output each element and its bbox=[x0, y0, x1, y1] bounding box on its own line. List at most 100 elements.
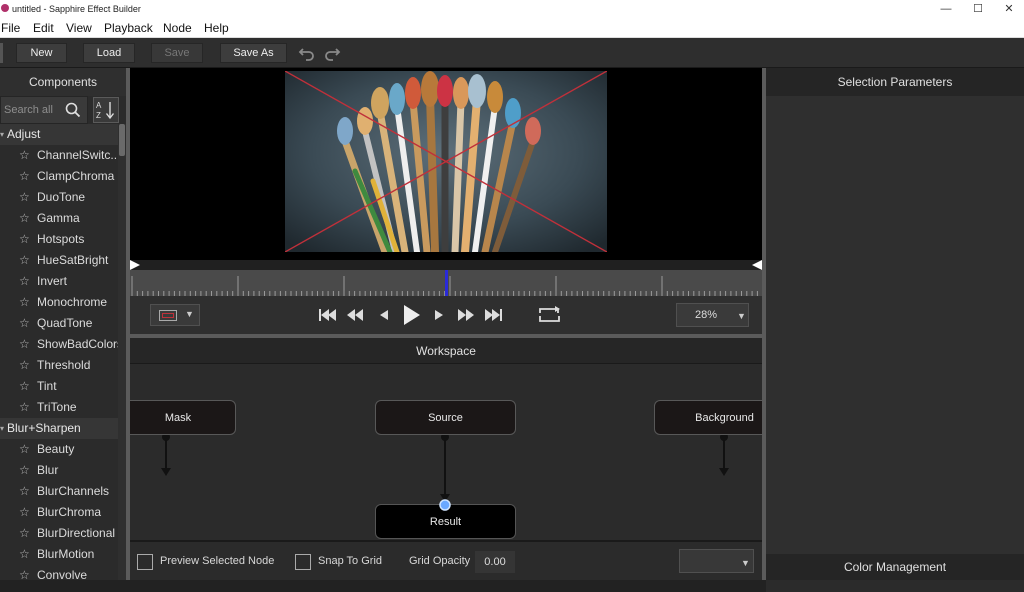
new-button[interactable]: New bbox=[16, 43, 67, 63]
component-item[interactable]: ☆ BlurChroma bbox=[0, 502, 118, 523]
component-item[interactable]: ☆ Monochrome bbox=[0, 292, 118, 313]
node-background[interactable]: Background bbox=[654, 400, 762, 435]
components-scroll-thumb[interactable] bbox=[119, 124, 125, 156]
maximize-button[interactable]: ☐ bbox=[963, 1, 993, 17]
favorite-star-icon[interactable]: ☆ bbox=[19, 460, 30, 481]
component-item[interactable]: ☆ BlurMotion bbox=[0, 544, 118, 565]
menu-edit[interactable]: Edit bbox=[33, 21, 54, 35]
favorite-star-icon[interactable]: ☆ bbox=[19, 208, 30, 229]
redo-icon[interactable] bbox=[323, 44, 341, 62]
play-icon[interactable] bbox=[398, 302, 424, 328]
favorite-star-icon[interactable]: ☆ bbox=[19, 439, 30, 460]
favorite-star-icon[interactable]: ☆ bbox=[19, 187, 30, 208]
node-source[interactable]: Source bbox=[375, 400, 516, 435]
components-scrollbar[interactable] bbox=[118, 124, 126, 592]
component-item[interactable]: ☆ BlurDirectional bbox=[0, 523, 118, 544]
favorite-star-icon[interactable]: ☆ bbox=[19, 523, 30, 544]
component-item[interactable]: ☆ ClampChroma bbox=[0, 166, 118, 187]
favorite-star-icon[interactable]: ☆ bbox=[19, 271, 30, 292]
category-adjust[interactable]: ▾ Adjust bbox=[0, 124, 118, 145]
minimize-button[interactable]: — bbox=[931, 1, 961, 17]
component-label: Gamma bbox=[37, 211, 80, 225]
skip-to-end-icon[interactable] bbox=[483, 304, 505, 326]
node-result[interactable]: Result bbox=[375, 504, 516, 539]
prev-frame-icon[interactable] bbox=[373, 304, 395, 326]
grid-opacity-input[interactable]: 0.00 bbox=[475, 551, 515, 573]
favorite-star-icon[interactable]: ☆ bbox=[19, 544, 30, 565]
component-item[interactable]: ☆ ShowBadColors bbox=[0, 334, 118, 355]
favorite-star-icon[interactable]: ☆ bbox=[19, 355, 30, 376]
loop-icon[interactable] bbox=[537, 304, 563, 326]
color-management-header[interactable]: Color Management bbox=[766, 554, 1024, 580]
preview-viewer[interactable] bbox=[130, 68, 762, 260]
node-graph[interactable]: Mask Source Background Result bbox=[130, 364, 762, 540]
component-label: Beauty bbox=[37, 442, 75, 456]
component-item[interactable]: ☆ ChannelSwitc... bbox=[0, 145, 118, 166]
component-label: Hotspots bbox=[37, 232, 85, 246]
component-item[interactable]: ☆ QuadTone bbox=[0, 313, 118, 334]
expand-caret-icon[interactable]: ▾ bbox=[0, 418, 4, 439]
workspace-options-dropdown[interactable]: ▼ bbox=[679, 549, 754, 573]
component-item[interactable]: ☆ Hotspots bbox=[0, 229, 118, 250]
favorite-star-icon[interactable]: ☆ bbox=[19, 397, 30, 418]
node-mask[interactable]: Mask bbox=[130, 400, 236, 435]
favorite-star-icon[interactable]: ☆ bbox=[19, 334, 30, 355]
component-tree: ▾ Adjust ☆ ChannelSwitc... ☆ ClampChroma ☆ DuoT… bbox=[0, 124, 118, 592]
favorite-star-icon[interactable]: ☆ bbox=[19, 313, 30, 334]
timeline[interactable] bbox=[130, 260, 762, 296]
playhead[interactable] bbox=[445, 270, 448, 296]
component-item[interactable]: ☆ HueSatBright bbox=[0, 250, 118, 271]
sort-az-button[interactable]: A Z bbox=[93, 97, 119, 123]
component-item[interactable]: ☆ TriTone bbox=[0, 397, 118, 418]
out-point-marker[interactable] bbox=[752, 260, 762, 270]
favorite-star-icon[interactable]: ☆ bbox=[19, 292, 30, 313]
zoom-dropdown[interactable]: 28% ▼ bbox=[676, 303, 749, 327]
save-button[interactable]: Save bbox=[151, 43, 203, 63]
svg-text:A: A bbox=[96, 101, 102, 110]
view-mode-dropdown[interactable]: ▼ bbox=[150, 304, 200, 326]
next-frame-icon[interactable] bbox=[428, 304, 450, 326]
component-item[interactable]: ☆ Tint bbox=[0, 376, 118, 397]
dropdown-arrow-icon: ▼ bbox=[737, 311, 746, 321]
favorite-star-icon[interactable]: ☆ bbox=[19, 481, 30, 502]
save-as-button[interactable]: Save As bbox=[220, 43, 287, 63]
menu-playback[interactable]: Playback bbox=[104, 21, 153, 35]
step-back-icon[interactable] bbox=[344, 304, 366, 326]
snap-to-grid-label: Snap To Grid bbox=[318, 555, 383, 567]
component-item[interactable]: ☆ Invert bbox=[0, 271, 118, 292]
component-item[interactable]: ☆ Beauty bbox=[0, 439, 118, 460]
favorite-star-icon[interactable]: ☆ bbox=[19, 376, 30, 397]
load-button[interactable]: Load bbox=[83, 43, 135, 63]
search-input[interactable] bbox=[4, 102, 62, 118]
component-item[interactable]: ☆ Gamma bbox=[0, 208, 118, 229]
close-button[interactable]: ✕ bbox=[994, 1, 1024, 17]
component-label: QuadTone bbox=[37, 316, 93, 330]
undo-icon[interactable] bbox=[298, 44, 316, 62]
preview-selected-node-checkbox[interactable] bbox=[137, 554, 153, 570]
expand-caret-icon[interactable]: ▾ bbox=[0, 124, 4, 145]
component-item[interactable]: ☆ Blur bbox=[0, 460, 118, 481]
snap-to-grid-checkbox[interactable] bbox=[295, 554, 311, 570]
favorite-star-icon[interactable]: ☆ bbox=[19, 145, 30, 166]
search-icon[interactable] bbox=[65, 102, 81, 118]
favorite-star-icon[interactable]: ☆ bbox=[19, 250, 30, 271]
step-forward-icon[interactable] bbox=[455, 304, 477, 326]
toolbar: New Load Save Save As bbox=[0, 38, 1024, 68]
favorite-star-icon[interactable]: ☆ bbox=[19, 166, 30, 187]
component-label: TriTone bbox=[37, 400, 77, 414]
favorite-star-icon[interactable]: ☆ bbox=[19, 229, 30, 250]
component-item[interactable]: ☆ DuoTone bbox=[0, 187, 118, 208]
menu-view[interactable]: View bbox=[66, 21, 92, 35]
in-point-marker[interactable] bbox=[130, 260, 140, 270]
category-label: Blur+Sharpen bbox=[7, 421, 81, 435]
menu-help[interactable]: Help bbox=[204, 21, 229, 35]
component-label: Tint bbox=[37, 379, 57, 393]
category-blur-sharpen[interactable]: ▾ Blur+Sharpen bbox=[0, 418, 118, 439]
favorite-star-icon[interactable]: ☆ bbox=[19, 502, 30, 523]
menu-file[interactable]: File bbox=[1, 21, 20, 35]
menu-node[interactable]: Node bbox=[163, 21, 192, 35]
skip-to-start-icon[interactable] bbox=[316, 304, 338, 326]
component-item[interactable]: ☆ Threshold bbox=[0, 355, 118, 376]
component-item[interactable]: ☆ BlurChannels bbox=[0, 481, 118, 502]
toolbar-handle[interactable] bbox=[0, 43, 3, 63]
